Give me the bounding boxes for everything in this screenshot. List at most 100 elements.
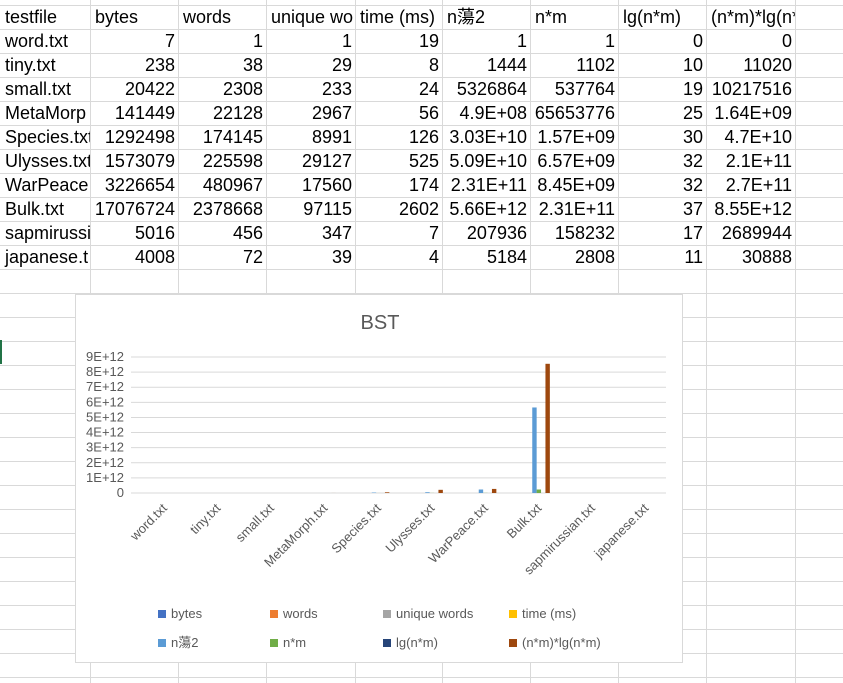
data-cell[interactable]: 11 [618, 245, 706, 269]
data-cell[interactable]: 38 [178, 53, 266, 77]
header-cell[interactable]: words [178, 5, 266, 29]
row-label-cell[interactable]: japanese.t [0, 245, 90, 269]
row-label-cell[interactable]: WarPeace. [0, 173, 90, 197]
data-cell[interactable]: 72 [178, 245, 266, 269]
data-cell[interactable]: 5016 [90, 221, 178, 245]
data-cell[interactable]: 1444 [442, 53, 530, 77]
data-cell[interactable]: 158232 [530, 221, 618, 245]
data-cell[interactable]: 4008 [90, 245, 178, 269]
data-cell[interactable]: 32 [618, 173, 706, 197]
data-cell[interactable]: 5.66E+12 [442, 197, 530, 221]
legend-entry[interactable]: lg(n*m) [383, 635, 438, 651]
header-cell[interactable]: bytes [90, 5, 178, 29]
data-cell[interactable]: 174 [355, 173, 442, 197]
data-cell[interactable]: 3226654 [90, 173, 178, 197]
data-cell[interactable]: 10 [618, 53, 706, 77]
legend-entry[interactable]: unique words [383, 606, 473, 622]
data-cell[interactable]: 4 [355, 245, 442, 269]
row-label-cell[interactable]: Ulysses.txt [0, 149, 90, 173]
data-cell[interactable]: 29 [266, 53, 355, 77]
chart-bst[interactable]: BST 0 1E+12 2E+12 3E+12 4E+12 5E+12 6E+12 7E+12 8… [75, 294, 683, 663]
data-cell[interactable]: 1573079 [90, 149, 178, 173]
data-cell[interactable]: 225598 [178, 149, 266, 173]
data-cell[interactable]: 1292498 [90, 125, 178, 149]
data-cell[interactable]: 17560 [266, 173, 355, 197]
data-cell[interactable]: 56 [355, 101, 442, 125]
data-cell[interactable]: 1 [178, 29, 266, 53]
data-cell[interactable]: 32 [618, 149, 706, 173]
header-cell[interactable]: (n*m)*lg(n*m) [706, 5, 795, 29]
data-cell[interactable]: 207936 [442, 221, 530, 245]
data-cell[interactable]: 480967 [178, 173, 266, 197]
data-cell[interactable]: 24 [355, 77, 442, 101]
data-cell[interactable]: 25 [618, 101, 706, 125]
data-cell[interactable]: 2602 [355, 197, 442, 221]
data-cell[interactable]: 11020 [706, 53, 795, 77]
data-cell[interactable]: 5.09E+10 [442, 149, 530, 173]
header-cell[interactable]: testfile [0, 5, 90, 29]
data-cell[interactable]: 37 [618, 197, 706, 221]
data-cell[interactable]: 39 [266, 245, 355, 269]
data-cell[interactable]: 19 [618, 77, 706, 101]
data-cell[interactable]: 0 [618, 29, 706, 53]
data-cell[interactable]: 30 [618, 125, 706, 149]
header-cell[interactable]: n蕩2 [442, 5, 530, 29]
data-cell[interactable]: 2967 [266, 101, 355, 125]
data-cell[interactable]: 2308 [178, 77, 266, 101]
row-label-cell[interactable]: Species.txt [0, 125, 90, 149]
data-cell[interactable]: 238 [90, 53, 178, 77]
data-cell[interactable]: 1.57E+09 [530, 125, 618, 149]
row-label-cell[interactable]: word.txt [0, 29, 90, 53]
row-label-cell[interactable]: Bulk.txt [0, 197, 90, 221]
header-cell[interactable]: lg(n*m) [618, 5, 706, 29]
data-cell[interactable]: 347 [266, 221, 355, 245]
data-cell[interactable]: 7 [90, 29, 178, 53]
data-cell[interactable]: 2.31E+11 [530, 197, 618, 221]
data-cell[interactable]: 65653776 [530, 101, 618, 125]
data-cell[interactable]: 8991 [266, 125, 355, 149]
header-cell[interactable]: unique wo [266, 5, 355, 29]
data-cell[interactable]: 8 [355, 53, 442, 77]
row-label-cell[interactable]: tiny.txt [0, 53, 90, 77]
legend-entry[interactable]: words [270, 606, 318, 622]
data-cell[interactable]: 10217516 [706, 77, 795, 101]
data-cell[interactable]: 4.9E+08 [442, 101, 530, 125]
data-cell[interactable]: 7 [355, 221, 442, 245]
data-cell[interactable]: 2.7E+11 [706, 173, 795, 197]
data-cell[interactable]: 20422 [90, 77, 178, 101]
data-cell[interactable]: 97115 [266, 197, 355, 221]
data-cell[interactable]: 1102 [530, 53, 618, 77]
data-cell[interactable]: 30888 [706, 245, 795, 269]
data-cell[interactable]: 1 [266, 29, 355, 53]
data-cell[interactable]: 6.57E+09 [530, 149, 618, 173]
data-cell[interactable]: 5326864 [442, 77, 530, 101]
legend-entry[interactable]: n*m [270, 635, 306, 651]
data-cell[interactable]: 17076724 [90, 197, 178, 221]
data-cell[interactable]: 3.03E+10 [442, 125, 530, 149]
legend-entry[interactable]: bytes [158, 606, 202, 622]
data-cell[interactable]: 126 [355, 125, 442, 149]
data-cell[interactable]: 1 [442, 29, 530, 53]
legend-entry[interactable]: time (ms) [509, 606, 576, 622]
data-cell[interactable]: 537764 [530, 77, 618, 101]
data-cell[interactable]: 8.55E+12 [706, 197, 795, 221]
data-cell[interactable]: 174145 [178, 125, 266, 149]
data-cell[interactable]: 8.45E+09 [530, 173, 618, 197]
data-cell[interactable]: 141449 [90, 101, 178, 125]
data-cell[interactable]: 29127 [266, 149, 355, 173]
row-label-cell[interactable]: MetaMorp [0, 101, 90, 125]
header-cell[interactable]: time (ms) [355, 5, 442, 29]
data-cell[interactable]: 19 [355, 29, 442, 53]
data-cell[interactable]: 456 [178, 221, 266, 245]
data-cell[interactable]: 2378668 [178, 197, 266, 221]
row-label-cell[interactable]: small.txt [0, 77, 90, 101]
data-cell[interactable]: 1 [530, 29, 618, 53]
legend-entry[interactable]: (n*m)*lg(n*m) [509, 635, 601, 651]
data-cell[interactable]: 22128 [178, 101, 266, 125]
data-cell[interactable]: 4.7E+10 [706, 125, 795, 149]
data-cell[interactable]: 2.31E+11 [442, 173, 530, 197]
data-cell[interactable]: 0 [706, 29, 795, 53]
data-cell[interactable]: 17 [618, 221, 706, 245]
legend-entry[interactable]: n蕩2 [158, 635, 198, 651]
data-cell[interactable]: 2.1E+11 [706, 149, 795, 173]
